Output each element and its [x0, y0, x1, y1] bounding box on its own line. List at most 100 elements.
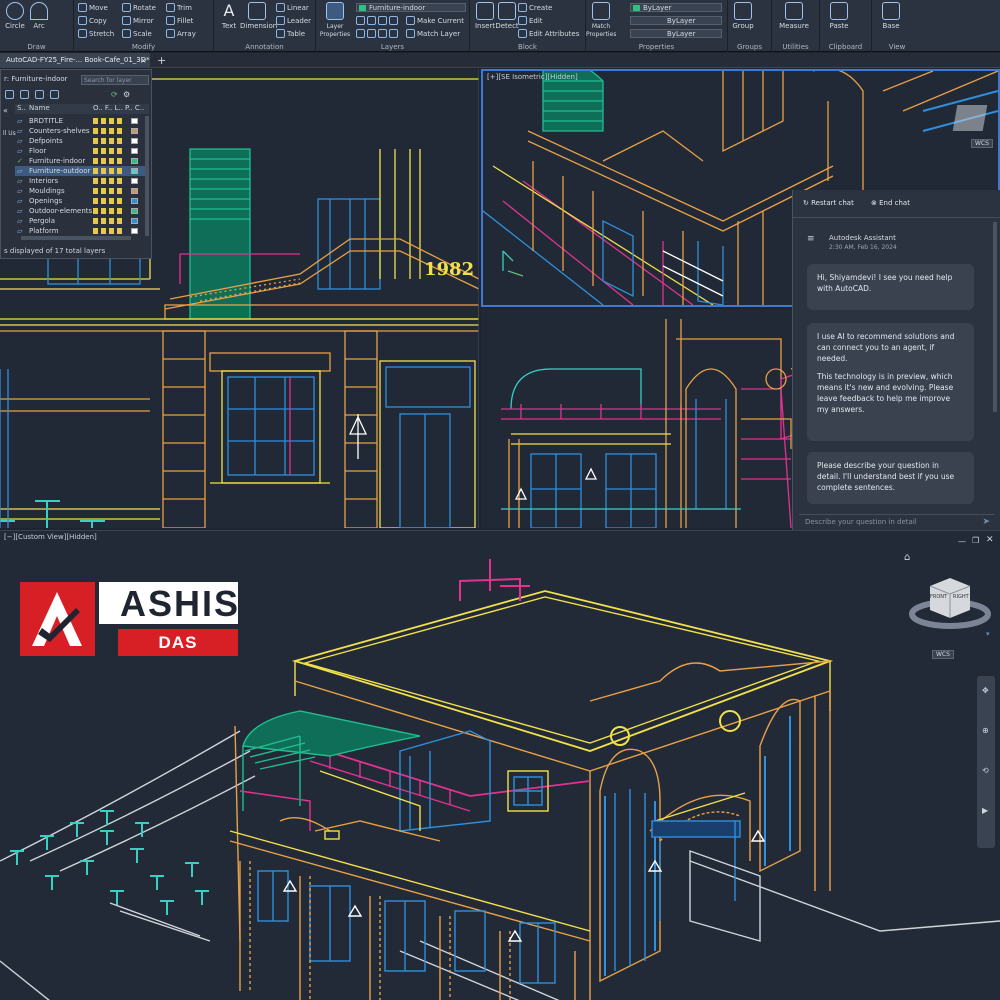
copy-button[interactable]: Copy	[78, 16, 107, 25]
linear-button[interactable]: Linear	[276, 3, 309, 12]
iso-viewcube-icon[interactable]	[952, 105, 988, 131]
edit-attributes-button[interactable]: Edit Attributes	[518, 29, 579, 38]
refresh-icon[interactable]: ⟳	[111, 90, 118, 99]
measure-button[interactable]: Measure	[776, 2, 812, 30]
linetype-dropdown[interactable]: ByLayer	[630, 29, 722, 38]
layer-color-swatch[interactable]	[131, 218, 138, 224]
showmotion-icon[interactable]: ▶	[982, 806, 988, 815]
layer-properties-button[interactable]: Layer Properties	[318, 2, 352, 38]
collapse-filter-icon[interactable]: «	[3, 106, 8, 115]
layers-panel-title[interactable]: Layers	[316, 43, 469, 51]
layer-list-scrollbar[interactable]	[145, 116, 149, 236]
edit-block-button[interactable]: Edit	[518, 16, 543, 25]
status-column-header[interactable]: S..	[17, 104, 26, 112]
custom-viewport-label[interactable]: [−][Custom View][Hidden]	[4, 533, 97, 541]
layer-state-icons[interactable]	[93, 148, 125, 154]
flags-column-header[interactable]: O.. F.. L.. P.. C..	[93, 104, 144, 112]
mirror-button[interactable]: Mirror	[122, 16, 154, 25]
layer-color-swatch[interactable]	[131, 178, 138, 184]
layer-row[interactable]: ✓ Furniture-indoor	[15, 156, 145, 166]
dimension-button[interactable]: Dimension	[240, 2, 277, 30]
layer-row[interactable]: ▱ Openings	[15, 196, 145, 206]
layer-row[interactable]: ▱ Mouldings	[15, 186, 145, 196]
layer-color-swatch[interactable]	[131, 168, 138, 174]
layer-row[interactable]: ▱ Interiors	[15, 176, 145, 186]
layer-state-icons[interactable]	[93, 118, 125, 124]
leader-button[interactable]: Leader	[276, 16, 311, 25]
send-arrow-icon[interactable]: ➤	[982, 517, 990, 527]
layer-row[interactable]: ▱ Defpoints	[15, 136, 145, 146]
rotate-button[interactable]: Rotate	[122, 3, 156, 12]
modify-panel-title[interactable]: Modify	[74, 43, 213, 51]
viewcube-right-face[interactable]: RIGHT	[953, 594, 969, 600]
restart-chat-button[interactable]: ↻ Restart chat	[803, 199, 854, 207]
layer-state-icons[interactable]	[93, 168, 125, 174]
layer-row[interactable]: ▱ Outdoor-elements	[15, 206, 145, 216]
block-panel-title[interactable]: Block	[470, 43, 585, 51]
view-panel-title[interactable]: View	[872, 43, 922, 51]
layer-search-input[interactable]: Search for layer	[81, 75, 149, 85]
new-tab-button[interactable]: +	[157, 53, 166, 68]
properties-panel-title[interactable]: Properties	[586, 43, 727, 51]
layer-color-swatch[interactable]	[131, 188, 138, 194]
group-button[interactable]: Group	[728, 2, 758, 30]
home-view-icon[interactable]: ⌂	[904, 552, 910, 563]
viewcube-menu-icon[interactable]: ▾	[986, 630, 990, 638]
all-used-filter[interactable]: ll Us	[3, 130, 16, 137]
layer-row[interactable]: ▱ BRDTITLE	[15, 116, 145, 126]
chat-question-input[interactable]: Describe your question in detail	[799, 514, 995, 528]
layer-state-icons[interactable]	[93, 158, 125, 164]
lineweight-dropdown[interactable]: ByLayer	[630, 16, 722, 25]
document-tab[interactable]: AutoCAD-FY25_Fire-... Book-Cafe_01_3D*	[0, 53, 150, 68]
layer-color-swatch[interactable]	[131, 208, 138, 214]
layer-state-icons[interactable]	[93, 178, 125, 184]
chat-scrollbar[interactable]	[993, 222, 997, 412]
layer-row[interactable]: ▱ Floor	[15, 146, 145, 156]
iso-wcs-label[interactable]: WCS	[971, 139, 993, 148]
layer-state-icons[interactable]	[93, 138, 125, 144]
clipboard-panel-title[interactable]: Clipboard	[820, 43, 871, 51]
layer-dropdown[interactable]: Furniture-indoor	[356, 3, 466, 12]
color-dropdown[interactable]: ByLayer	[630, 3, 722, 12]
settings-gear-icon[interactable]: ⚙	[123, 90, 130, 99]
table-button[interactable]: Table	[276, 29, 305, 38]
groups-panel-title[interactable]: Groups	[728, 43, 771, 51]
stretch-button[interactable]: Stretch	[78, 29, 114, 38]
utilities-panel-title[interactable]: Utilities	[772, 43, 819, 51]
end-chat-button[interactable]: ⊗ End chat	[871, 199, 910, 207]
layer-tools-row-2[interactable]	[356, 29, 398, 38]
navigation-bar[interactable]: ✥ ⊕ ⟲ ▶	[977, 676, 995, 848]
layer-state-icons[interactable]	[93, 188, 125, 194]
layer-state-icons[interactable]	[93, 218, 125, 224]
layer-color-swatch[interactable]	[131, 118, 138, 124]
layer-color-swatch[interactable]	[131, 128, 138, 134]
arc-button[interactable]: Arc	[24, 2, 54, 30]
draw-panel-title[interactable]: Draw	[0, 43, 73, 51]
delete-layer-button[interactable]	[35, 90, 44, 99]
layer-row[interactable]: ▱ Pergola	[15, 216, 145, 226]
annotation-panel-title[interactable]: Annotation	[214, 43, 315, 51]
move-button[interactable]: Move	[78, 3, 108, 12]
layer-state-icons[interactable]	[93, 208, 125, 214]
close-tab-icon[interactable]: ×	[140, 53, 147, 68]
layer-tools-row-1[interactable]	[356, 16, 398, 25]
layer-row[interactable]: ▱ Counters-shelves	[15, 126, 145, 136]
layer-state-icons[interactable]	[93, 198, 125, 204]
layer-state-icons[interactable]	[93, 128, 125, 134]
zoom-icon[interactable]: ⊕	[982, 726, 989, 735]
orbit-icon[interactable]: ⟲	[982, 766, 989, 775]
viewcube[interactable]: FRONT RIGHT ▾ WCS	[908, 570, 994, 660]
paste-button[interactable]: Paste	[824, 2, 854, 30]
layer-state-icons[interactable]	[93, 228, 125, 234]
layer-color-swatch[interactable]	[131, 158, 138, 164]
bottom-wcs-label[interactable]: WCS	[932, 650, 954, 659]
layer-color-swatch[interactable]	[131, 198, 138, 204]
make-current-button[interactable]: Make Current	[406, 16, 464, 25]
array-button[interactable]: Array	[166, 29, 196, 38]
create-block-button[interactable]: Create	[518, 3, 552, 12]
scale-button[interactable]: Scale	[122, 29, 152, 38]
pan-icon[interactable]: ✥	[982, 686, 989, 695]
iso-viewport-label[interactable]: [+][SE Isometric][Hidden]	[487, 73, 578, 81]
base-button[interactable]: Base	[876, 2, 906, 30]
trim-button[interactable]: Trim	[166, 3, 192, 12]
